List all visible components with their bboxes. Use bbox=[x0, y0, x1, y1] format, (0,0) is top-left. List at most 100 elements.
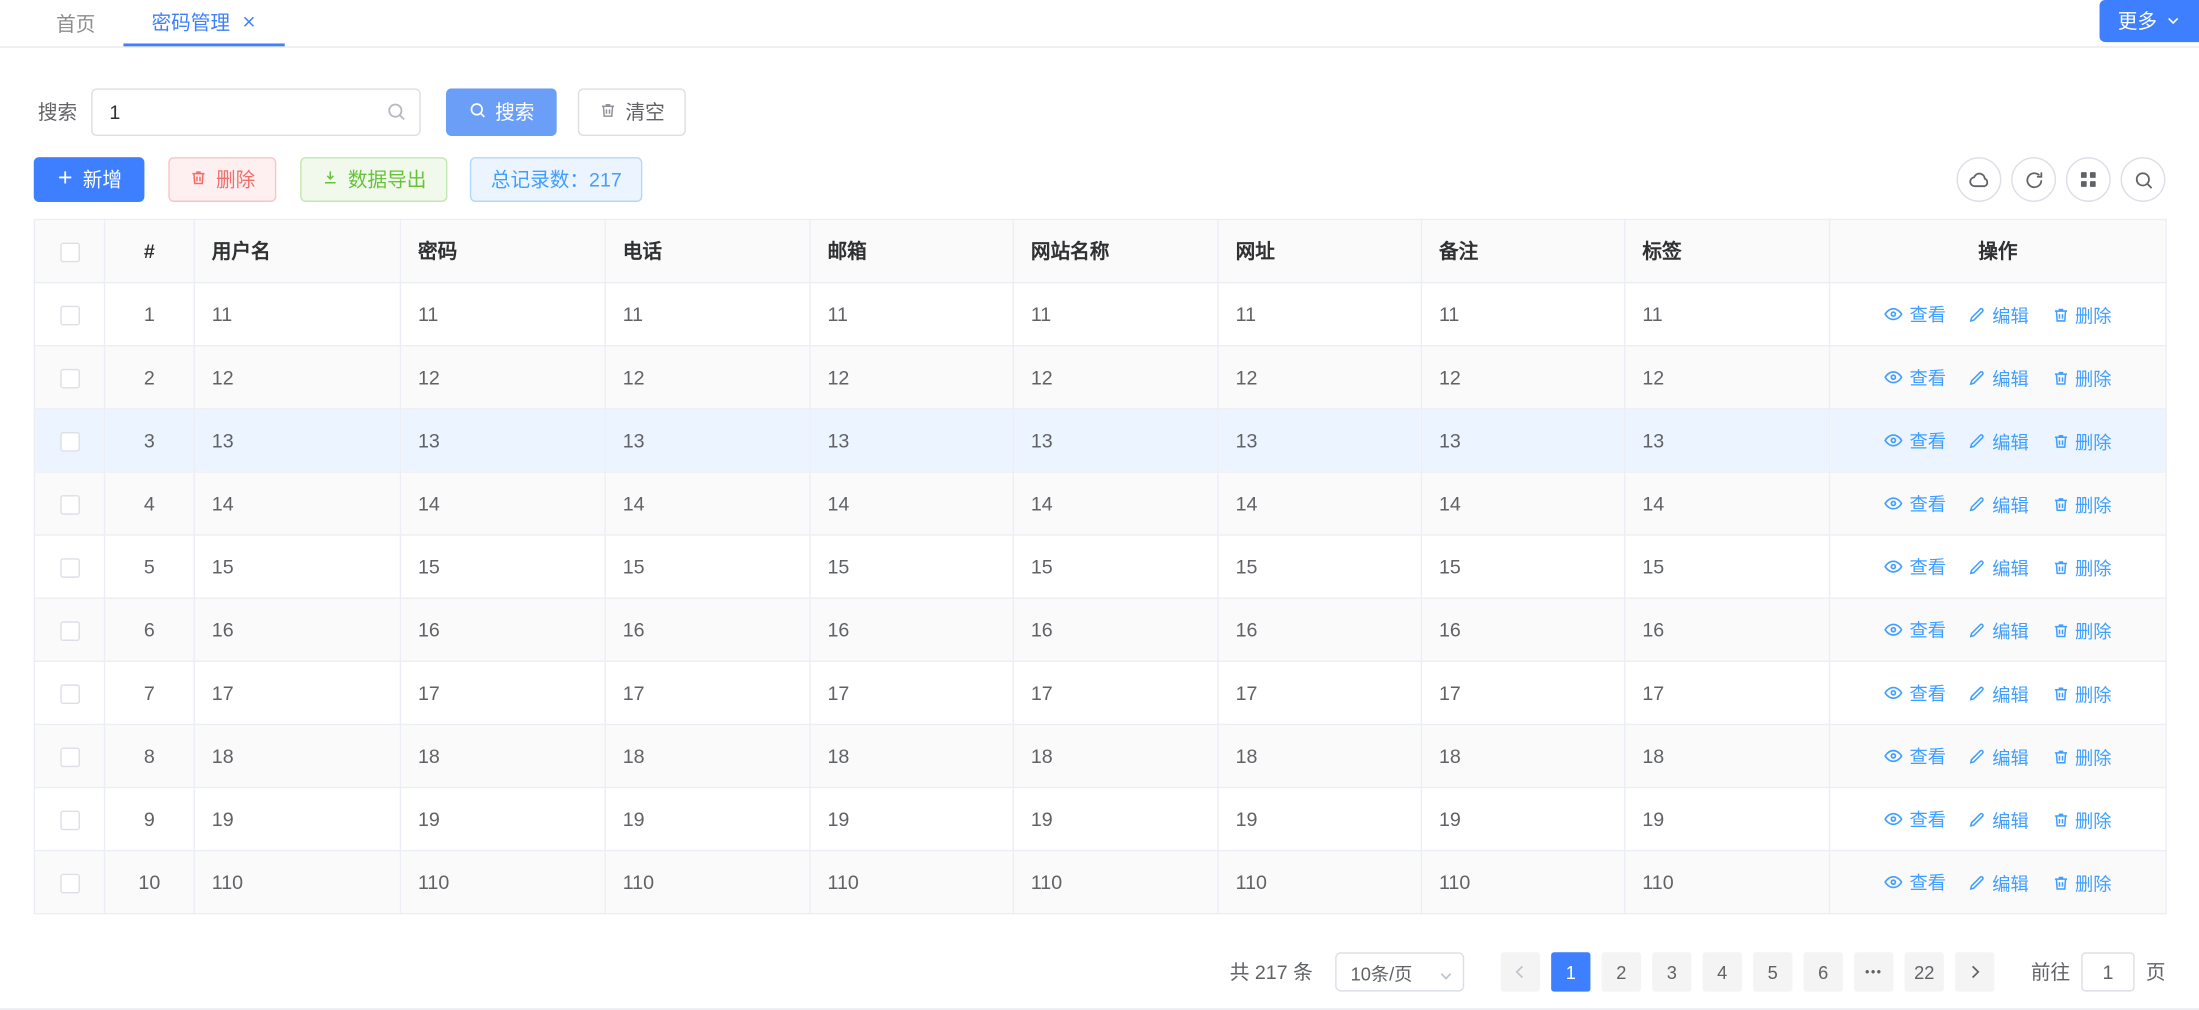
column-header: 网址 bbox=[1218, 219, 1421, 282]
search-icon[interactable] bbox=[2121, 157, 2166, 202]
row-checkbox[interactable] bbox=[60, 811, 80, 831]
search-button[interactable]: 搜索 bbox=[446, 88, 557, 136]
page-button-5[interactable]: 5 bbox=[1753, 952, 1792, 991]
grid-icon[interactable] bbox=[2066, 157, 2111, 202]
edit-link[interactable]: 编辑 bbox=[1968, 869, 2028, 896]
edit-link[interactable]: 编辑 bbox=[1968, 554, 2028, 581]
edit-link[interactable]: 编辑 bbox=[1968, 364, 2028, 391]
column-header: # bbox=[104, 219, 194, 282]
row-checkbox[interactable] bbox=[60, 748, 80, 768]
view-link[interactable]: 查看 bbox=[1884, 364, 1946, 391]
view-link[interactable]: 查看 bbox=[1884, 427, 1946, 454]
page-button-22[interactable]: 22 bbox=[1905, 952, 1944, 991]
edit-link[interactable]: 编辑 bbox=[1968, 491, 2028, 518]
add-button[interactable]: 新增 bbox=[34, 157, 145, 202]
delete-link[interactable]: 删除 bbox=[2051, 869, 2111, 896]
edit-link[interactable]: 编辑 bbox=[1968, 680, 2028, 707]
table-cell: 11 bbox=[1625, 283, 1830, 346]
tab-home[interactable]: 首页 bbox=[28, 0, 123, 46]
view-link[interactable]: 查看 bbox=[1884, 300, 1946, 327]
page-ellipsis[interactable]: ••• bbox=[1854, 952, 1893, 991]
tab-password-management[interactable]: 密码管理 bbox=[123, 0, 284, 46]
row-index: 2 bbox=[104, 346, 194, 409]
table-cell: 13 bbox=[1625, 409, 1830, 472]
page-button-1[interactable]: 1 bbox=[1551, 952, 1590, 991]
table-cell: 11 bbox=[194, 283, 400, 346]
row-actions-cell: 查看编辑删除 bbox=[1830, 661, 2167, 724]
delete-link[interactable]: 删除 bbox=[2051, 427, 2111, 454]
delete-link[interactable]: 删除 bbox=[2051, 491, 2111, 518]
row-checkbox[interactable] bbox=[60, 432, 80, 452]
edit-link[interactable]: 编辑 bbox=[1968, 427, 2028, 454]
table-cell: 12 bbox=[194, 346, 400, 409]
row-checkbox[interactable] bbox=[60, 369, 80, 389]
view-link[interactable]: 查看 bbox=[1884, 805, 1946, 832]
page-button-4[interactable]: 4 bbox=[1703, 952, 1742, 991]
records-table-wrap: #用户名密码电话邮箱网站名称网址备注标签操作 11111111111111111… bbox=[34, 219, 2166, 915]
edit-link[interactable]: 编辑 bbox=[1968, 301, 2028, 328]
table-cell: 15 bbox=[605, 535, 810, 598]
page-size-select[interactable]: 10条/页 bbox=[1335, 952, 1464, 991]
more-button[interactable]: 更多 bbox=[2100, 0, 2199, 42]
table-cell: 17 bbox=[1013, 661, 1218, 724]
search-input[interactable] bbox=[91, 88, 421, 136]
table-cell: 12 bbox=[400, 346, 605, 409]
delete-button[interactable]: 删除 bbox=[168, 157, 276, 202]
tab-close-icon[interactable] bbox=[241, 14, 256, 29]
row-checkbox[interactable] bbox=[60, 622, 80, 642]
delete-link[interactable]: 删除 bbox=[2051, 301, 2111, 328]
table-cell: 13 bbox=[1218, 409, 1421, 472]
row-checkbox[interactable] bbox=[60, 874, 80, 894]
delete-link[interactable]: 删除 bbox=[2051, 806, 2111, 833]
download-icon bbox=[321, 168, 339, 190]
view-link[interactable]: 查看 bbox=[1884, 490, 1946, 517]
edit-link[interactable]: 编辑 bbox=[1968, 617, 2028, 644]
view-link[interactable]: 查看 bbox=[1884, 679, 1946, 706]
page-button-2[interactable]: 2 bbox=[1602, 952, 1641, 991]
row-index: 9 bbox=[104, 788, 194, 851]
clear-button[interactable]: 清空 bbox=[578, 88, 686, 136]
delete-link[interactable]: 删除 bbox=[2051, 743, 2111, 770]
view-link[interactable]: 查看 bbox=[1884, 742, 1946, 769]
table-cell: 11 bbox=[400, 283, 605, 346]
row-checkbox[interactable] bbox=[60, 495, 80, 515]
delete-link[interactable]: 删除 bbox=[2051, 364, 2111, 391]
table-cell: 16 bbox=[605, 598, 810, 661]
table-cell: 12 bbox=[1218, 346, 1421, 409]
row-checkbox[interactable] bbox=[60, 306, 80, 326]
table-cell: 16 bbox=[1421, 598, 1624, 661]
table-cell: 17 bbox=[810, 661, 1013, 724]
row-checkbox-cell bbox=[34, 724, 104, 787]
row-checkbox[interactable] bbox=[60, 685, 80, 705]
edit-link[interactable]: 编辑 bbox=[1968, 743, 2028, 770]
next-page-button[interactable] bbox=[1955, 952, 1994, 991]
refresh-icon[interactable] bbox=[2011, 157, 2056, 202]
view-link[interactable]: 查看 bbox=[1884, 553, 1946, 580]
page-button-3[interactable]: 3 bbox=[1652, 952, 1691, 991]
select-all-checkbox[interactable] bbox=[60, 243, 80, 263]
table-cell: 11 bbox=[1421, 283, 1624, 346]
table-cell: 18 bbox=[1421, 724, 1624, 787]
cloud-download-icon[interactable] bbox=[1956, 157, 2001, 202]
table-row: 81818181818181818查看编辑删除 bbox=[34, 724, 2166, 787]
row-checkbox-cell bbox=[34, 472, 104, 535]
export-button[interactable]: 数据导出 bbox=[300, 157, 447, 202]
page-button-6[interactable]: 6 bbox=[1804, 952, 1843, 991]
row-index: 8 bbox=[104, 724, 194, 787]
goto-label: 前往 bbox=[2031, 958, 2070, 986]
row-checkbox[interactable] bbox=[60, 558, 80, 578]
table-cell: 13 bbox=[605, 409, 810, 472]
delete-link[interactable]: 删除 bbox=[2051, 554, 2111, 581]
trash-icon bbox=[599, 101, 617, 123]
delete-link[interactable]: 删除 bbox=[2051, 617, 2111, 644]
search-label: 搜索 bbox=[38, 98, 77, 126]
delete-link[interactable]: 删除 bbox=[2051, 680, 2111, 707]
table-cell: 16 bbox=[1625, 598, 1830, 661]
prev-page-button[interactable] bbox=[1501, 952, 1540, 991]
goto-page-input[interactable] bbox=[2081, 952, 2134, 991]
view-link[interactable]: 查看 bbox=[1884, 616, 1946, 643]
table-cell: 11 bbox=[605, 283, 810, 346]
edit-link[interactable]: 编辑 bbox=[1968, 806, 2028, 833]
view-link[interactable]: 查看 bbox=[1884, 868, 1946, 895]
delete-button-label: 删除 bbox=[216, 165, 255, 193]
